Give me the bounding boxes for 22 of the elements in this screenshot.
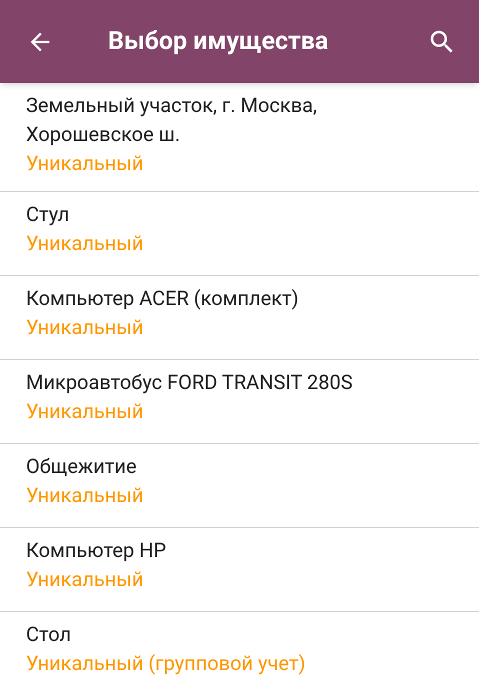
item-name: Общежитие	[26, 453, 138, 480]
screen-title: Выбор имущества	[108, 26, 328, 58]
list-item[interactable]: Стол Уникальный (групповой учет)	[0, 612, 479, 689]
item-name: Микроавтобус FORD TRANSIT 280S	[26, 369, 354, 396]
list-item[interactable]: Компьютер ACER (комплект) Уникальный	[0, 276, 479, 360]
item-type: Уникальный	[26, 230, 144, 257]
list-item[interactable]: Компьютер HP Уникальный	[0, 528, 479, 612]
item-type: Уникальный	[26, 398, 144, 425]
item-name: Стул	[26, 201, 70, 228]
item-name: Стол	[26, 621, 72, 648]
list-item[interactable]: Общежитие Уникальный	[0, 444, 479, 528]
list-item[interactable]: Микроавтобус FORD TRANSIT 280S Уникальный	[0, 360, 479, 444]
item-name: Компьютер ACER (комплект)	[26, 285, 300, 312]
item-type: Уникальный	[26, 150, 144, 177]
item-type: Уникальный	[26, 566, 144, 593]
list-item[interactable]: Стул Уникальный	[0, 192, 479, 276]
list-item[interactable]: Земельный участок, г. Москва, Хорошевское ш. Уникальный	[0, 83, 479, 192]
item-type: Уникальный	[26, 482, 144, 509]
item-type: Уникальный	[26, 314, 144, 341]
item-name: Компьютер HP	[26, 537, 168, 564]
item-name: Земельный участок, г. Москва, Хорошевское ш.	[26, 92, 318, 148]
item-type: Уникальный (групповой учет)	[26, 650, 306, 677]
